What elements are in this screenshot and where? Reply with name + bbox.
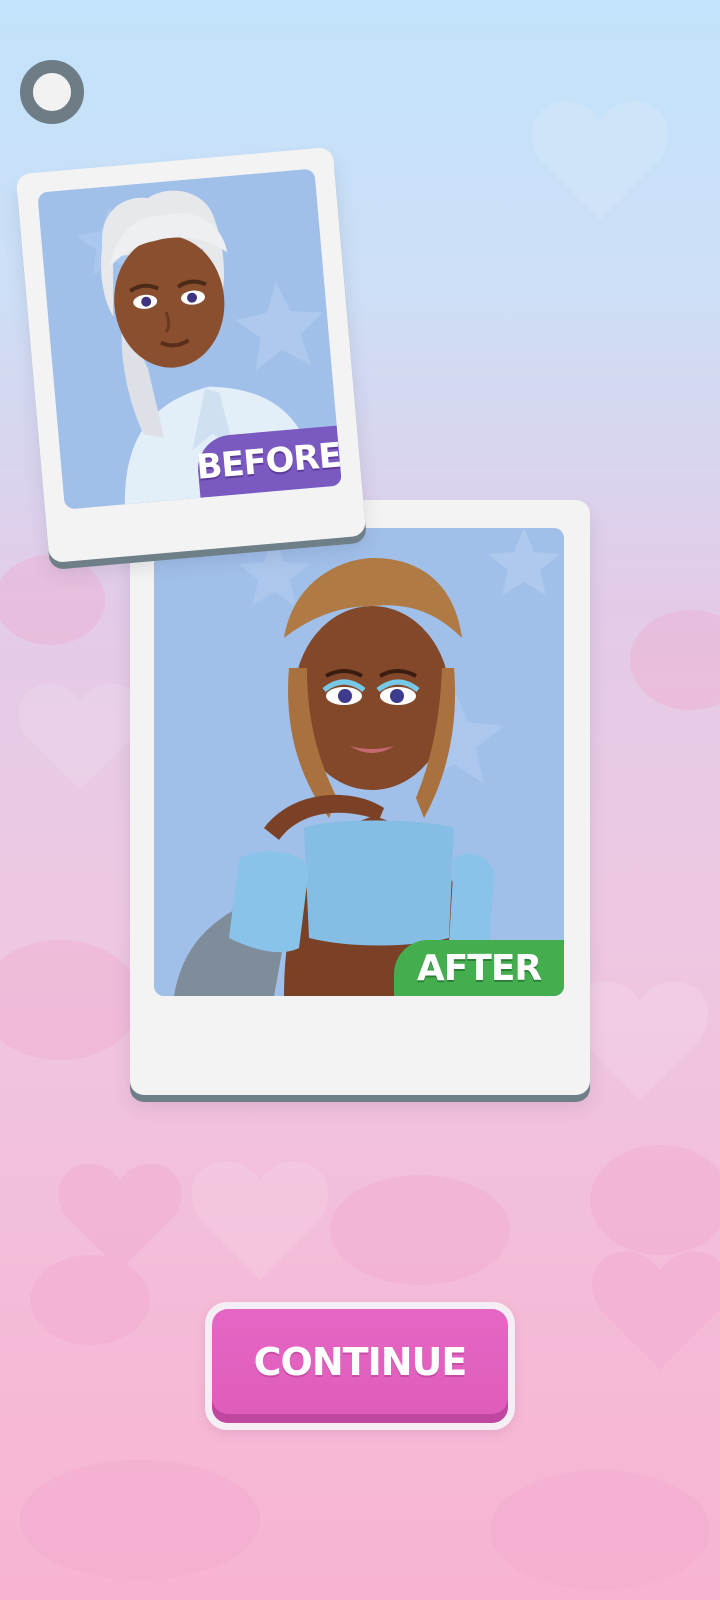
before-photo: BEFORE [37,168,342,510]
continue-button-label: CONTINUE [253,1340,468,1384]
continue-button-face[interactable]: CONTINUE [212,1309,508,1423]
before-label-text: BEFORE [194,435,342,488]
continue-button[interactable]: CONTINUE [205,1302,515,1430]
before-photo-card: BEFORE [15,146,367,564]
after-label-text: AFTER [416,947,542,989]
after-label-badge: AFTER [394,940,564,996]
after-photo: AFTER [154,528,564,996]
after-photo-card: AFTER [130,500,590,1095]
after-character-portrait [174,528,560,996]
menu-circle-button[interactable] [20,60,84,124]
